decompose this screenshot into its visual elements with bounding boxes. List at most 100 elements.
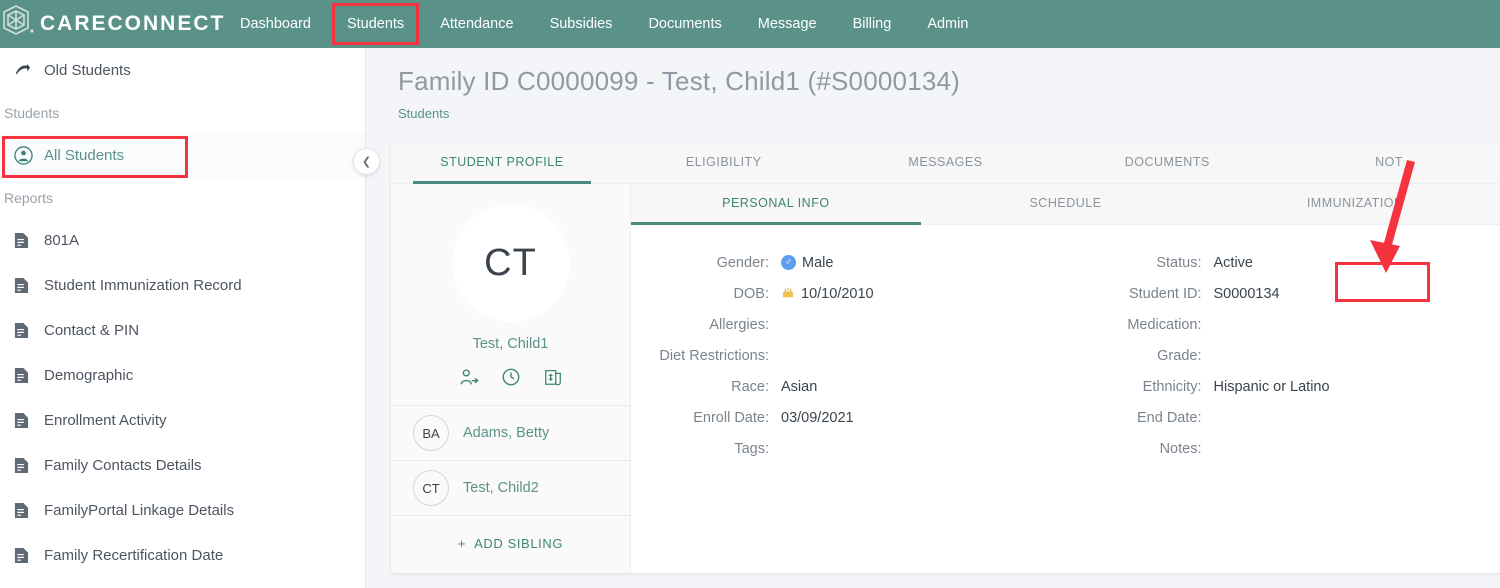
nav-item-dashboard[interactable]: Dashboard bbox=[222, 0, 329, 48]
top-navigation-bar: CARECONNECT Dashboard Students Attendanc… bbox=[0, 0, 1500, 48]
status-badge: Active bbox=[1213, 254, 1254, 271]
field-label: Notes: bbox=[1159, 440, 1202, 457]
nav-item-admin[interactable]: Admin bbox=[909, 0, 986, 48]
sidebar-section-students: Students bbox=[4, 105, 60, 121]
sidebar-item-old-students[interactable]: Old Students bbox=[0, 48, 365, 93]
field-student-id: Student ID: S0000134 bbox=[1066, 278, 1500, 309]
field-label: Ethnicity: bbox=[1142, 378, 1202, 395]
main-content: Family ID C0000099 - Test, Child1 (#S000… bbox=[366, 48, 1500, 588]
nav-item-documents[interactable]: Documents bbox=[630, 0, 739, 48]
personal-info-left-column: Gender: ♂ Male DOB: 10/10/2010 Allergies… bbox=[631, 247, 1066, 464]
sidebar-item-label: 801A bbox=[44, 232, 80, 249]
sidebar-item-familyportal-linkage-details[interactable]: FamilyPortal Linkage Details bbox=[0, 488, 365, 533]
sidebar-item-label: Old Students bbox=[44, 62, 131, 79]
brand-logo-group[interactable]: CARECONNECT bbox=[0, 4, 226, 44]
avatar: CT bbox=[413, 470, 449, 506]
sidebar-item-family-contacts-details[interactable]: Family Contacts Details bbox=[0, 443, 365, 488]
field-label: Allergies: bbox=[709, 316, 769, 333]
field-label: Tags: bbox=[734, 440, 769, 457]
subtab-immunization[interactable]: IMMUNIZATION bbox=[1210, 184, 1500, 224]
field-notes: Notes: bbox=[1066, 433, 1500, 464]
student-summary-column: CT Test, Child1 BA Adams, Betty CT Test,… bbox=[391, 184, 631, 573]
sidebar-item-label: Family Contacts Details bbox=[44, 457, 202, 474]
field-label: DOB: bbox=[733, 285, 769, 302]
field-value: 10/10/2010 bbox=[781, 285, 874, 303]
field-value-text: Male bbox=[802, 254, 834, 271]
birthday-cake-icon bbox=[781, 285, 795, 303]
field-label: Race: bbox=[731, 378, 769, 395]
field-medication: Medication: bbox=[1066, 309, 1500, 340]
nav-item-students[interactable]: Students bbox=[329, 0, 422, 48]
sidebar-item-all-students[interactable]: All Students bbox=[0, 133, 365, 178]
field-value: S0000134 bbox=[1213, 285, 1280, 302]
sidebar-item-family-recertification-date[interactable]: Family Recertification Date bbox=[0, 533, 365, 578]
sidebar-item-label: All Students bbox=[44, 147, 125, 164]
field-tags: Tags: bbox=[631, 433, 1066, 464]
field-value: Asian bbox=[781, 378, 818, 395]
student-detail-column: PERSONAL INFO SCHEDULE IMMUNIZATION Gend… bbox=[631, 184, 1500, 573]
personal-info-fields: Gender: ♂ Male DOB: 10/10/2010 Allergies… bbox=[631, 225, 1500, 464]
plus-icon: + bbox=[457, 536, 467, 551]
brand-name: CARECONNECT bbox=[40, 12, 226, 35]
field-grade: Grade: bbox=[1066, 340, 1500, 371]
top-nav-links: Dashboard Students Attendance Subsidies … bbox=[222, 0, 986, 48]
tab-documents[interactable]: DOCUMENTS bbox=[1056, 143, 1278, 183]
tab-student-profile[interactable]: STUDENT PROFILE bbox=[391, 143, 613, 184]
field-label: Student ID: bbox=[1128, 285, 1202, 302]
field-value-text: 10/10/2010 bbox=[801, 285, 874, 302]
document-icon bbox=[14, 322, 44, 339]
field-status: Status: Active bbox=[1066, 247, 1500, 278]
sidebar-collapse-button[interactable]: ❮ bbox=[353, 148, 380, 175]
sidebar-item-contact-and-pin[interactable]: Contact & PIN bbox=[0, 308, 365, 353]
chevron-left-icon: ❮ bbox=[361, 156, 372, 168]
sidebar-item-enrollment-activity[interactable]: Enrollment Activity bbox=[0, 398, 365, 443]
document-icon bbox=[14, 547, 44, 564]
sidebar-item-label: FamilyPortal Linkage Details bbox=[44, 502, 235, 519]
sidebar-item-label: Demographic bbox=[44, 367, 134, 384]
tab-notes[interactable]: NOT bbox=[1278, 143, 1500, 183]
tab-eligibility[interactable]: ELIGIBILITY bbox=[613, 143, 835, 183]
sidebar-item-demographic[interactable]: Demographic bbox=[0, 353, 365, 398]
subtab-schedule[interactable]: SCHEDULE bbox=[921, 184, 1211, 224]
sidebar-item-label: Contact & PIN bbox=[44, 322, 140, 339]
document-icon bbox=[14, 502, 44, 519]
field-race: Race: Asian bbox=[631, 371, 1066, 402]
field-enroll-date: Enroll Date: 03/09/2021 bbox=[631, 402, 1066, 433]
field-ethnicity: Ethnicity: Hispanic or Latino bbox=[1066, 371, 1500, 402]
male-gender-icon: ♂ bbox=[781, 255, 796, 270]
document-icon bbox=[14, 457, 44, 474]
field-label: Enroll Date: bbox=[693, 409, 769, 426]
list-item[interactable]: BA Adams, Betty bbox=[391, 406, 630, 461]
personal-info-right-column: Status: Active Student ID: S0000134 Medi… bbox=[1066, 247, 1500, 464]
list-item[interactable]: CT Test, Child2 bbox=[391, 461, 630, 516]
billing-invoice-icon[interactable] bbox=[543, 367, 563, 387]
student-name-link[interactable]: Test, Child1 bbox=[391, 336, 630, 352]
nav-item-message[interactable]: Message bbox=[740, 0, 835, 48]
page-header: Family ID C0000099 - Test, Child1 (#S000… bbox=[366, 48, 1500, 121]
add-sibling-button[interactable]: + ADD SIBLING bbox=[391, 516, 630, 571]
document-icon bbox=[14, 232, 44, 249]
avatar: BA bbox=[413, 415, 449, 451]
student-profile-card: STUDENT PROFILE ELIGIBILITY MESSAGES DOC… bbox=[391, 143, 1500, 573]
field-allergies: Allergies: bbox=[631, 309, 1066, 340]
tab-messages[interactable]: MESSAGES bbox=[835, 143, 1057, 183]
add-sibling-label: ADD SIBLING bbox=[474, 536, 564, 551]
document-icon bbox=[14, 412, 44, 429]
document-icon bbox=[14, 277, 44, 294]
transfer-student-icon[interactable] bbox=[459, 367, 479, 387]
breadcrumb[interactable]: Students bbox=[398, 106, 1500, 121]
nav-item-attendance[interactable]: Attendance bbox=[422, 0, 531, 48]
sidebar-item-student-immunization-record[interactable]: Student Immunization Record bbox=[0, 263, 365, 308]
secondary-tab-bar: PERSONAL INFO SCHEDULE IMMUNIZATION bbox=[631, 184, 1500, 225]
page-title: Family ID C0000099 - Test, Child1 (#S000… bbox=[398, 66, 961, 96]
sibling-name: Test, Child2 bbox=[463, 480, 539, 496]
nav-item-subsidies[interactable]: Subsidies bbox=[532, 0, 631, 48]
nav-item-billing[interactable]: Billing bbox=[835, 0, 910, 48]
sidebar-item-801a[interactable]: 801A bbox=[0, 218, 365, 263]
subtab-personal-info[interactable]: PERSONAL INFO bbox=[631, 184, 921, 225]
avatar: CT bbox=[451, 204, 570, 322]
history-clock-icon[interactable] bbox=[501, 367, 521, 387]
sibling-name: Adams, Betty bbox=[463, 425, 550, 441]
field-label: Status: bbox=[1156, 254, 1202, 271]
user-circle-icon bbox=[14, 146, 44, 165]
